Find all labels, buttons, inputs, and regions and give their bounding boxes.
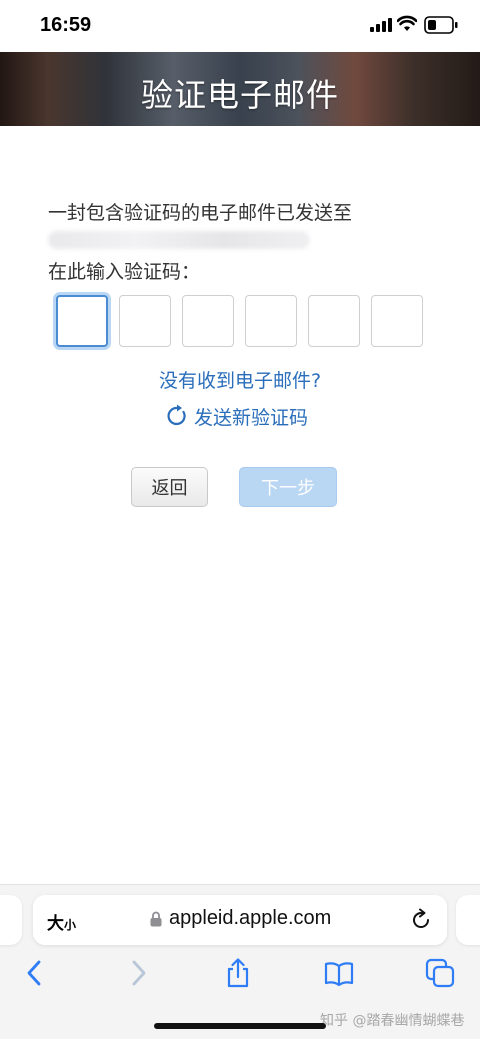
code-digit-2[interactable] [119, 295, 171, 347]
home-indicator [154, 1023, 326, 1029]
code-digit-4[interactable] [245, 295, 297, 347]
text-size-button[interactable]: 大小 [47, 909, 76, 934]
redacted-email [48, 231, 310, 249]
forward-arrow-icon[interactable] [123, 958, 153, 988]
address-bar[interactable]: 大小 appleid.apple.com [33, 895, 447, 945]
text-size-large: 大 [47, 914, 64, 934]
next-tab-peek[interactable] [456, 895, 480, 945]
header-banner: 验证电子邮件 [0, 52, 480, 126]
signal-icon [370, 18, 392, 32]
status-time: 16:59 [40, 14, 92, 36]
tabs-icon[interactable] [425, 958, 455, 988]
no-email-link[interactable]: 没有收到电子邮件? [0, 366, 480, 393]
page-title: 验证电子邮件 [140, 76, 339, 114]
watermark: 知乎 @踏春幽情蝴蝶巷 [320, 1013, 465, 1029]
resend-code-label: 发送新验证码 [194, 406, 309, 429]
lock-icon [150, 911, 162, 927]
status-bar: 16:59 [0, 0, 480, 52]
resend-code-link[interactable]: 发送新验证码 [165, 403, 308, 429]
bookmarks-icon[interactable] [324, 958, 354, 988]
code-digit-6[interactable] [371, 295, 423, 347]
refresh-icon [167, 404, 186, 426]
enter-code-label: 在此输入验证码： [48, 261, 201, 283]
code-digit-1[interactable] [56, 295, 108, 347]
battery-icon [424, 16, 458, 34]
url-text: appleid.apple.com [169, 907, 332, 929]
reload-icon[interactable] [409, 908, 433, 932]
next-button[interactable]: 下一步 [239, 467, 337, 507]
share-icon[interactable] [223, 958, 253, 988]
code-digit-3[interactable] [182, 295, 234, 347]
text-size-small: 小 [64, 918, 77, 932]
code-digit-5[interactable] [308, 295, 360, 347]
wifi-icon [397, 15, 417, 31]
intro-text: 一封包含验证码的电子邮件已发送至 [48, 202, 353, 224]
back-arrow-icon[interactable] [20, 958, 50, 988]
verification-code-inputs [56, 295, 423, 347]
back-button[interactable]: 返回 [131, 467, 208, 507]
previous-tab-peek[interactable] [0, 895, 22, 945]
